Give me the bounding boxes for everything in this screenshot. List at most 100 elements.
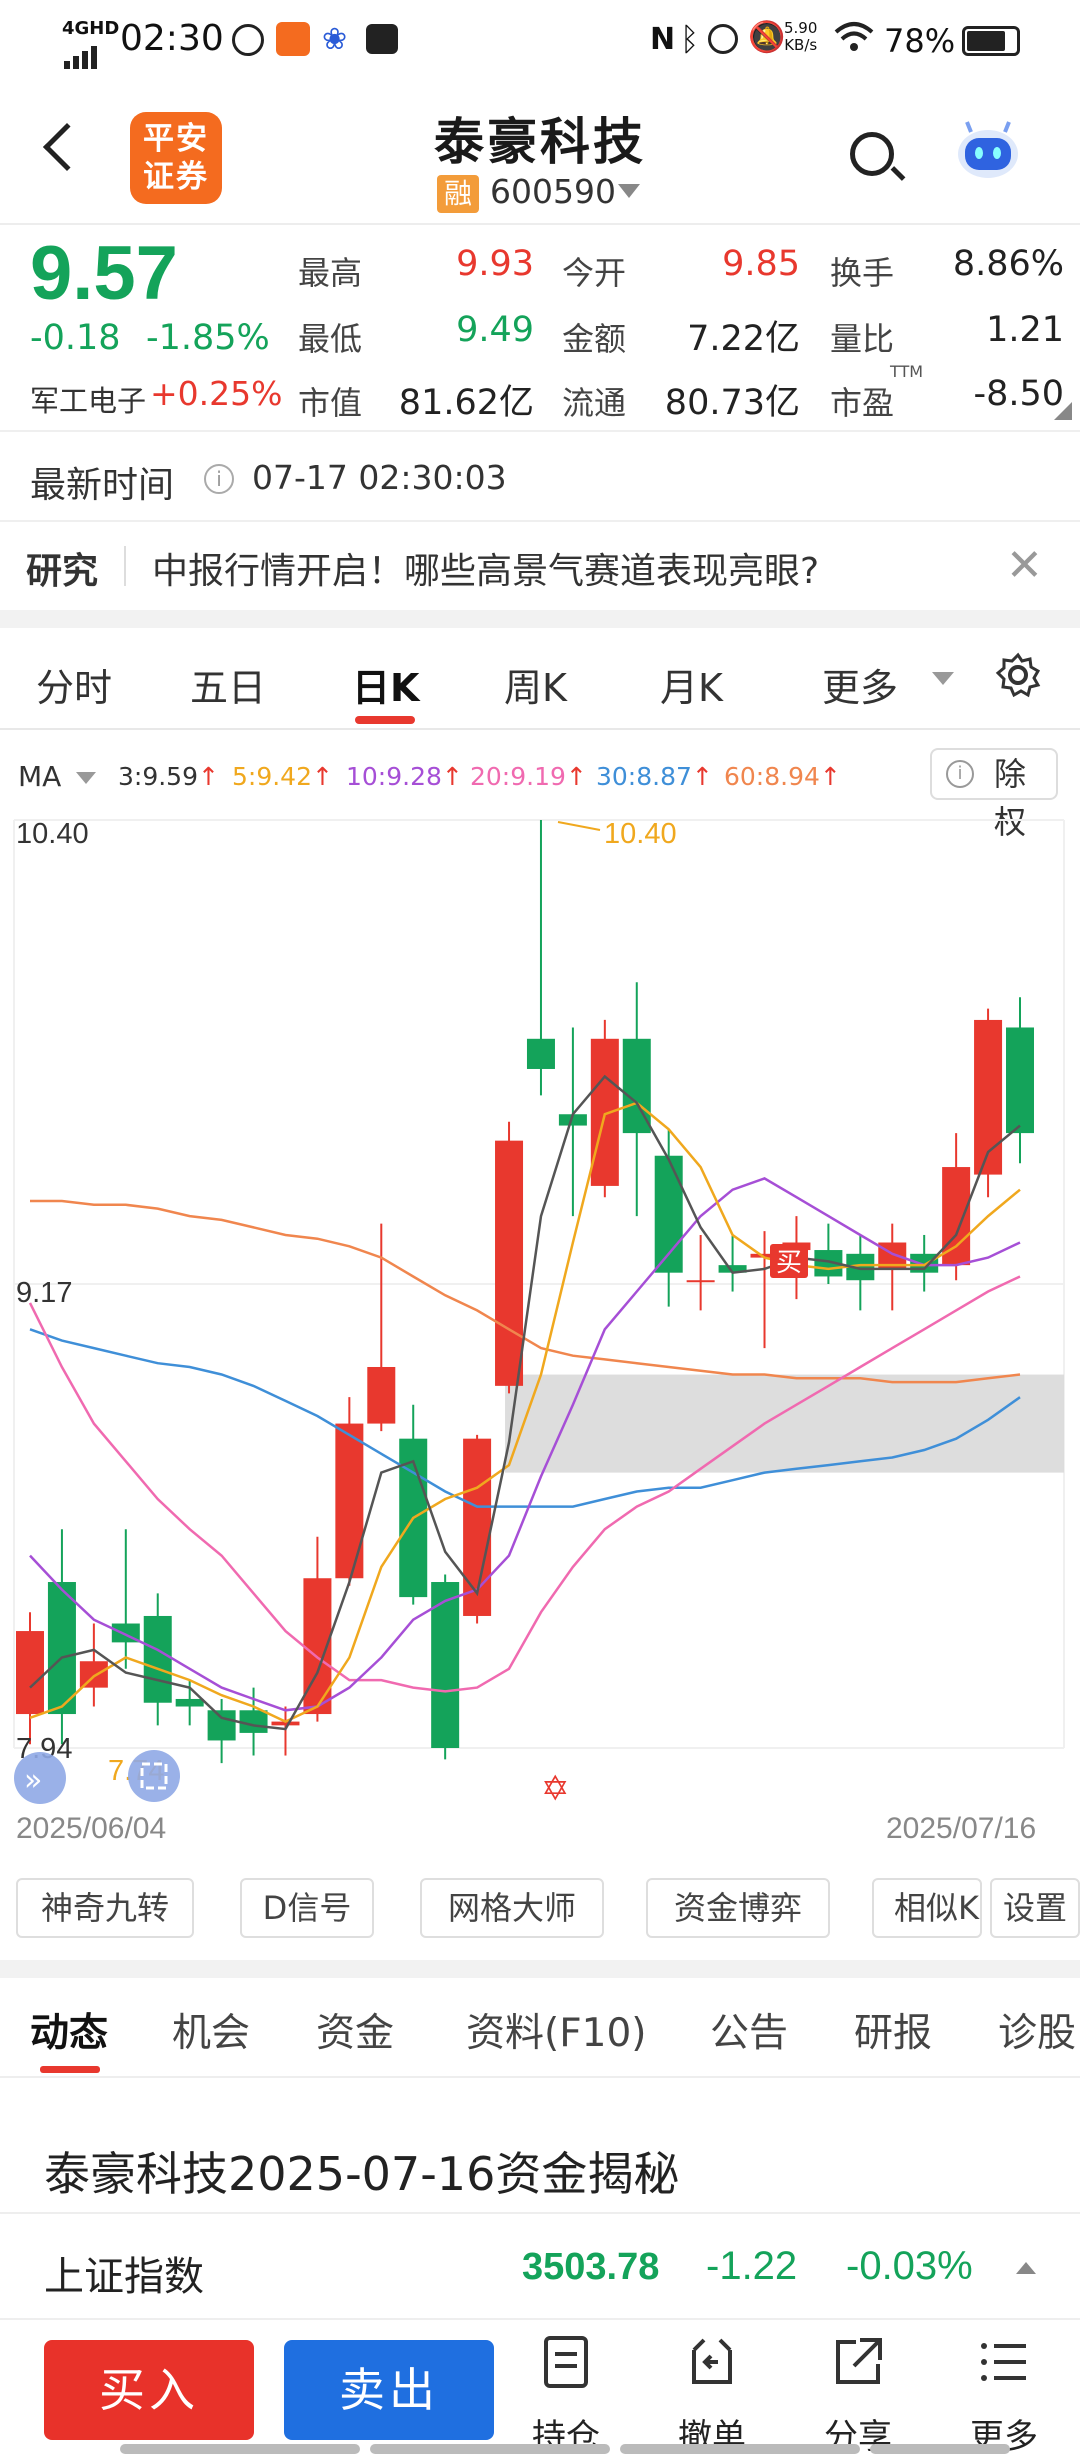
indicator-settings[interactable]: 设置 [990,1878,1080,1938]
nav-gesture-bar [870,2444,1010,2454]
candle-body [686,1280,715,1283]
candle[interactable] [654,1129,683,1307]
news-row[interactable]: 研究 中报行情开启！哪些高景气赛道表现亮眼? ✕ [0,520,1080,610]
ma3-value: 3:9.59↑ [118,762,219,791]
tab-capital[interactable]: 资金 [316,2002,394,2058]
low-value: 9.49 [456,310,534,350]
candle-body [335,1423,364,1579]
indicator-nine-turn[interactable]: 神奇九转 [16,1878,194,1938]
buy-button[interactable]: 买入 [44,2340,254,2440]
candle[interactable] [526,820,555,1096]
net-speed-value: 5.90 [784,19,818,37]
tab-five-day[interactable]: 五日 [190,657,266,712]
candle[interactable] [303,1536,332,1722]
candle-body [367,1366,396,1424]
corner-triangle-icon[interactable] [1054,402,1072,420]
tab-monthly-k[interactable]: 月K [660,657,723,712]
candle-body [207,1710,236,1741]
indicator-d-signal[interactable]: D信号 [240,1878,374,1938]
ai-robot-icon[interactable] [955,118,1021,184]
tab-more[interactable]: 更多 [822,657,898,712]
nav-gesture-bar [370,2444,610,2454]
menu-icon [981,2343,1026,2381]
start-date-label: 2025/06/04 [16,1812,167,1845]
paw-icon: ❀ [322,22,348,57]
ma-legend: MA 3:9.59↑ 5:9.42↑ 10:9.28↑ 20:9.19↑ 30:… [0,750,1080,802]
search-icon[interactable] [850,132,894,176]
kline-chart[interactable]: 10.40 9.17 7.94 10.40 7.74 买 ✡ » [0,800,1080,1810]
candle[interactable] [814,1223,843,1284]
candle[interactable] [47,1529,76,1745]
tab-opportunity[interactable]: 机会 [172,2002,250,2058]
tabs-divider [0,2076,1080,2078]
indicator-similar-k[interactable]: 相似K线 [872,1878,982,1938]
ma20-text: 20:9.19 [470,762,566,791]
ma30-text: 30:8.87 [596,762,692,791]
close-icon[interactable]: ✕ [1006,540,1043,591]
candle-body [942,1167,971,1266]
expand-chart-icon[interactable]: » [14,1752,66,1804]
battery-percent: 78% [884,22,956,60]
candle-body [175,1698,204,1707]
tab-intraday[interactable]: 分时 [36,657,112,712]
candle-body [526,1038,555,1069]
tab-weekly-k[interactable]: 周K [504,657,567,712]
candle[interactable] [335,1397,364,1586]
gear-icon[interactable] [994,651,1042,703]
share-button[interactable]: 分享 [808,2334,908,2458]
tab-research[interactable]: 研报 [854,2002,932,2058]
crop-chart-icon[interactable] [128,1750,180,1802]
indicator-fund-game[interactable]: 资金博弈 [646,1878,830,1938]
current-price: 9.57 [30,231,178,316]
candle[interactable] [686,1234,715,1311]
candle[interactable] [846,1234,875,1311]
candle-body [143,1615,172,1703]
status-time: 02:30 [120,18,224,59]
candle-body [16,1631,44,1715]
broker-notification-icon [276,22,310,56]
candle[interactable] [143,1593,172,1726]
candle[interactable] [558,1027,587,1217]
end-date-label: 2025/07/16 [886,1812,1037,1845]
candle[interactable] [495,1121,524,1394]
ma-label[interactable]: MA [18,760,61,793]
more-caret-icon[interactable] [932,672,954,685]
caret-up-icon[interactable] [1016,2262,1036,2274]
news-tag: 研究 [26,551,99,592]
candle[interactable] [79,1623,108,1707]
active-tab-underline [40,2066,100,2073]
index-ticker[interactable]: 上证指数 3503.78 -1.22 -0.03% [0,2212,1080,2320]
candle[interactable] [1006,997,1034,1164]
candle[interactable] [878,1223,907,1311]
sector-name[interactable]: 军工电子 [30,378,146,420]
stock-code[interactable]: 600590 [490,172,616,211]
high-label: 最高 [298,254,363,292]
candle[interactable] [622,982,651,1217]
candle[interactable] [590,1019,619,1198]
candle[interactable] [974,1008,1003,1198]
positions-button[interactable]: 持仓 [516,2334,616,2458]
price-change-pct: -1.85% [146,318,270,358]
indicator-grid-master[interactable]: 网格大师 [420,1878,604,1938]
star-event-icon[interactable]: ✡ [541,1769,570,1809]
tab-daily-k[interactable]: 日K [352,657,419,712]
ma3-text: 3:9.59 [118,762,198,791]
candle[interactable] [399,1404,428,1605]
cancel-order-button[interactable]: 撤单 [662,2334,762,2458]
tab-news-feed[interactable]: 动态 [30,2002,108,2058]
tab-diagnosis[interactable]: 诊股 [998,2002,1076,2058]
info-icon[interactable]: i [204,464,234,494]
ma-caret-icon[interactable] [76,772,96,784]
news-headline[interactable]: 中报行情开启！哪些高景气赛道表现亮眼? [152,542,819,594]
tab-announcements[interactable]: 公告 [710,2002,788,2058]
tab-f10[interactable]: 资料(F10) [466,2002,647,2058]
candle[interactable] [111,1529,140,1669]
nfc-icon: N [650,22,676,57]
caret-down-icon[interactable] [618,184,640,198]
mktcap-label: 市值 [298,384,363,422]
more-button[interactable]: 更多 [954,2334,1054,2458]
sell-button[interactable]: 卖出 [284,2340,494,2440]
buy-signal-marker[interactable]: 买 [770,1244,808,1278]
article-title[interactable]: 泰豪科技2025-07-16资金揭秘 [44,2138,679,2204]
ex-rights-button[interactable]: i 除权 [930,748,1058,841]
